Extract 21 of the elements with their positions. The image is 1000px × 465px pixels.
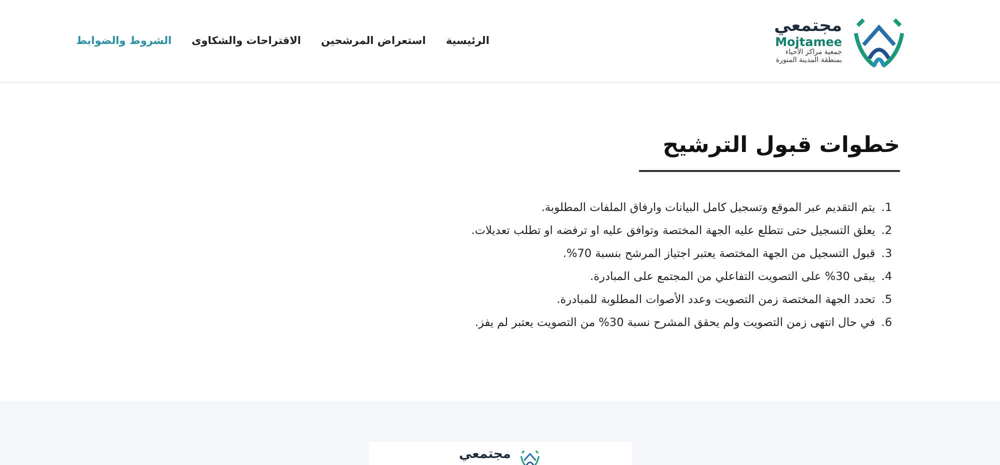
- step-text: يبقى 30% على التصويت التفاعلي من المجتمع على المبادرة.: [590, 269, 876, 285]
- nav-link[interactable]: استعراض المرشحين: [321, 35, 426, 47]
- step-text: في حال انتهى زمن التصويت ولم يحقق المشرح نسبة 30% من التصويت يعتبر لم يفز.: [474, 315, 876, 331]
- footer-logo-icon: [518, 448, 541, 465]
- step-text: تحدد الجهة المختصة زمن التصويت وعدد الأصوات المطلوبة للمبادرة.: [556, 292, 876, 308]
- logo-name: مجتمعي: [774, 17, 842, 36]
- step-text: يعلق التسجيل حتى تتطلع عليه الجهة المختصة وتوافق عليه او ترفضه او تطلب تعديلات.: [471, 223, 876, 239]
- step-number: 6.: [881, 315, 892, 331]
- step-number: 4.: [881, 269, 892, 285]
- nav-link[interactable]: الشروط والضوابط: [76, 35, 172, 47]
- nav-link[interactable]: الرئيسية: [446, 35, 490, 47]
- logo-name-latin: Mojtamee: [775, 36, 842, 50]
- step-number: 3.: [881, 246, 892, 262]
- step-text: قبول التسجيل من الجهة المختصة يعتبر اجتياز المرشح بنسبة 70%.: [562, 246, 876, 262]
- page-title: خطوات قبول الترشيح: [638, 133, 900, 172]
- nav-link[interactable]: الاقتراحات والشكاوى: [192, 35, 302, 47]
- footer-logo-name: مجتمعي: [459, 448, 511, 464]
- step-text: يتم التقديم عبر الموقع وتسجيل كامل البيانات وارفاق الملفات المطلوبة.: [541, 200, 876, 216]
- step-number: 1.: [881, 200, 892, 216]
- step-number: 2.: [881, 223, 892, 239]
- step-number: 5.: [881, 292, 892, 308]
